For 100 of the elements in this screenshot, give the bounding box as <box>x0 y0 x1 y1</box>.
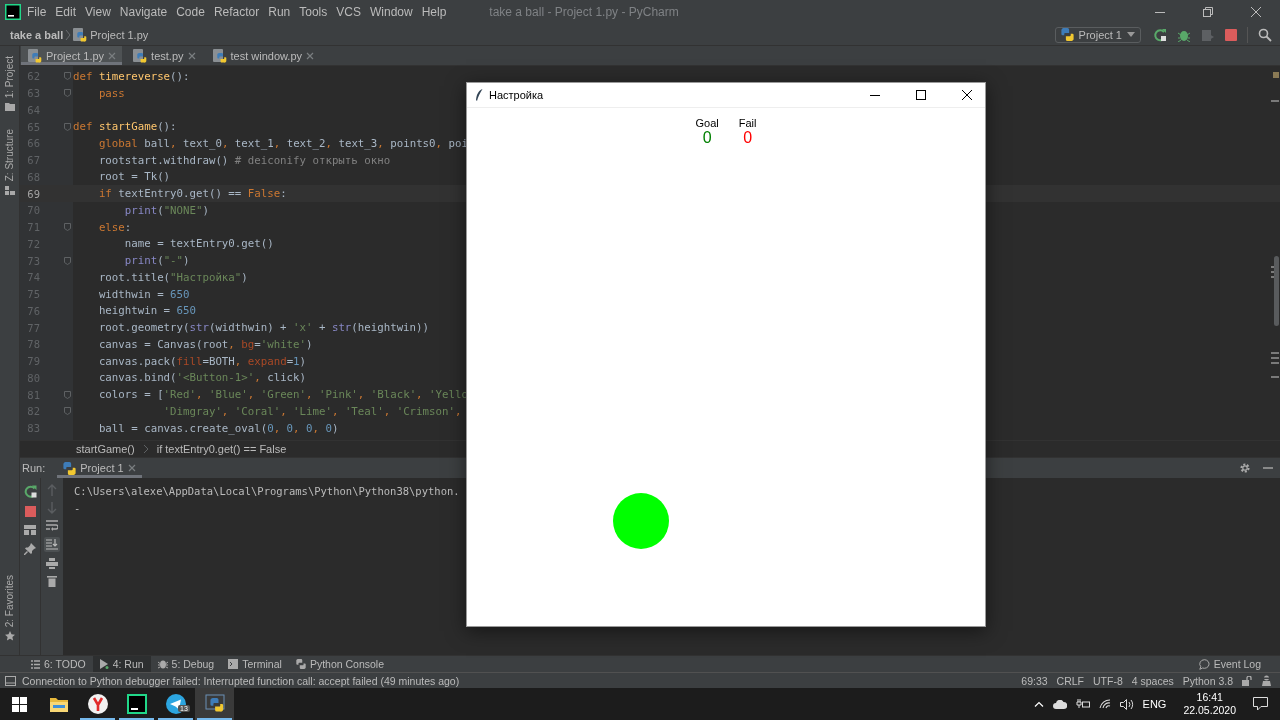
ball <box>613 493 669 549</box>
inspector-icon[interactable] <box>1261 675 1272 686</box>
pin-icon[interactable] <box>24 543 36 555</box>
telegram-icon[interactable] <box>165 694 186 714</box>
language-indicator[interactable]: ENG <box>1142 698 1167 710</box>
clock[interactable]: 16:41 22.05.2020 <box>1183 691 1236 717</box>
close-tab-icon[interactable] <box>187 51 196 60</box>
score-label: Fail <box>738 117 757 129</box>
breadcrumb[interactable]: take a ball <box>10 28 64 41</box>
console-line: C:\Users\alexe\AppData\Local\Programs\Python\Python38\python. <box>74 484 461 499</box>
tool-window-button[interactable]: 4: Run <box>92 656 151 672</box>
tool-window-button[interactable]: Z: Structure <box>0 125 19 199</box>
settings-icon[interactable] <box>1239 462 1251 474</box>
stop-icon[interactable] <box>1225 28 1237 41</box>
pycharm-icon[interactable] <box>126 694 147 714</box>
star-icon <box>4 631 15 641</box>
rerun-icon[interactable] <box>23 485 37 498</box>
cloud-icon[interactable] <box>1052 699 1067 709</box>
menu-item[interactable]: Help <box>417 3 451 21</box>
tool-window-button[interactable]: Terminal <box>221 656 289 672</box>
menu-item[interactable]: View <box>81 3 115 21</box>
menu-item[interactable]: Code <box>172 3 209 21</box>
score-value: 0 <box>743 129 753 147</box>
code-line: canvas = Canvas(root, bg='white') <box>97 337 313 351</box>
python-file-icon <box>73 27 88 42</box>
code-line: rootstart.withdraw() # deiconify открыть окно <box>97 153 391 167</box>
breadcrumb[interactable]: Project 1.py <box>73 27 149 42</box>
status-item[interactable]: 4 spaces <box>1131 674 1174 687</box>
panel-label: Run: <box>22 462 46 474</box>
status-item[interactable]: 69:33 <box>1021 674 1048 687</box>
python-file-icon <box>133 48 148 63</box>
event-log-button[interactable]: Event Log <box>1191 656 1268 672</box>
menu-item[interactable]: Edit <box>51 3 81 21</box>
run-configuration-dropdown[interactable]: Project 1 <box>1054 26 1141 43</box>
print-icon[interactable] <box>46 558 58 569</box>
status-message[interactable]: Connection to Python debugger failed: Interrupted function call: accept failed (49 minutes ago) <box>22 674 460 687</box>
notifications-icon[interactable] <box>1253 697 1268 711</box>
status-item[interactable]: CRLF <box>1056 674 1084 687</box>
restore-icon[interactable] <box>1203 7 1213 17</box>
console-line: - <box>74 500 82 516</box>
menu-item[interactable]: Refactor <box>209 3 264 21</box>
taskbar-app[interactable] <box>195 688 234 720</box>
chevron-icon <box>142 444 149 454</box>
code-line: pass <box>97 86 125 100</box>
panel-toggle-icon[interactable] <box>5 675 16 686</box>
code-line: def startGame(): <box>73 120 177 134</box>
editor-tab[interactable]: test.py <box>126 46 202 65</box>
code-line: else: <box>97 220 132 234</box>
close-tab-icon[interactable] <box>306 51 315 60</box>
python-icon <box>1060 28 1074 41</box>
lock-icon[interactable] <box>1242 675 1252 686</box>
menu-item[interactable]: Window <box>365 3 417 21</box>
menu-item[interactable]: VCS <box>332 3 365 21</box>
tool-window-button[interactable]: 5: Debug <box>150 656 222 672</box>
scrollbar-thumb[interactable] <box>1274 256 1279 326</box>
score-label: Goal <box>695 117 719 129</box>
browser-icon[interactable] <box>87 694 108 714</box>
menu-item[interactable]: Run <box>264 3 295 21</box>
tool-window-button[interactable]: Python Console <box>288 656 392 672</box>
trash-icon[interactable] <box>47 575 57 587</box>
layout-icon[interactable] <box>24 525 36 535</box>
status-item[interactable]: UTF-8 <box>1093 674 1123 687</box>
tool-window-button[interactable]: 6: TODO <box>24 656 93 672</box>
tool-window-button[interactable]: 2: Favorites <box>0 570 19 645</box>
speech-bubble-icon <box>1198 658 1210 670</box>
caret-icon <box>1127 32 1135 37</box>
python-icon[interactable] <box>204 694 225 714</box>
maximize-icon[interactable] <box>916 90 926 100</box>
python-file-icon <box>212 48 227 63</box>
bug-icon <box>157 659 168 669</box>
editor-tab[interactable]: Project 1.py <box>21 46 123 65</box>
status-item[interactable]: Python 3.8 <box>1182 674 1233 687</box>
breadcrumb[interactable]: if textEntry0.get() == False <box>156 443 287 455</box>
stop-icon[interactable] <box>24 506 36 517</box>
scroll-to-end-icon[interactable] <box>44 537 60 552</box>
soft-wrap-icon[interactable] <box>46 520 58 531</box>
close-tab-icon[interactable] <box>127 464 136 472</box>
tool-window-button[interactable]: 1: Project <box>0 52 19 116</box>
menu-item[interactable]: Navigate <box>115 3 172 21</box>
windows-logo-icon[interactable] <box>12 696 27 712</box>
code-line: root.title("Настройка") <box>97 270 248 284</box>
editor-tab[interactable]: test window.py <box>205 46 321 65</box>
code-line: widthwin = 650 <box>97 287 190 301</box>
breadcrumb[interactable]: startGame() <box>76 443 135 455</box>
code-line: global ball, text_0, text_1, text_2, text_3, points0, poi <box>97 136 468 150</box>
folder-icon[interactable] <box>49 696 68 712</box>
rerun-icon[interactable] <box>1153 27 1167 42</box>
battery-icon[interactable] <box>1075 699 1090 709</box>
menu-item[interactable]: File <box>23 3 51 21</box>
python-icon <box>295 659 306 669</box>
window-title: Настройка <box>489 89 544 101</box>
volume-icon[interactable] <box>1119 698 1134 710</box>
chevron-up-icon[interactable] <box>1033 701 1044 707</box>
close-icon[interactable] <box>962 90 972 100</box>
app-logo[interactable] <box>5 4 21 20</box>
play-icon <box>99 659 109 669</box>
search-icon[interactable] <box>1258 27 1272 42</box>
menu-item[interactable]: Tools <box>295 3 332 21</box>
code-line: print("NONE") <box>123 203 209 217</box>
wifi-icon[interactable] <box>1098 699 1111 709</box>
